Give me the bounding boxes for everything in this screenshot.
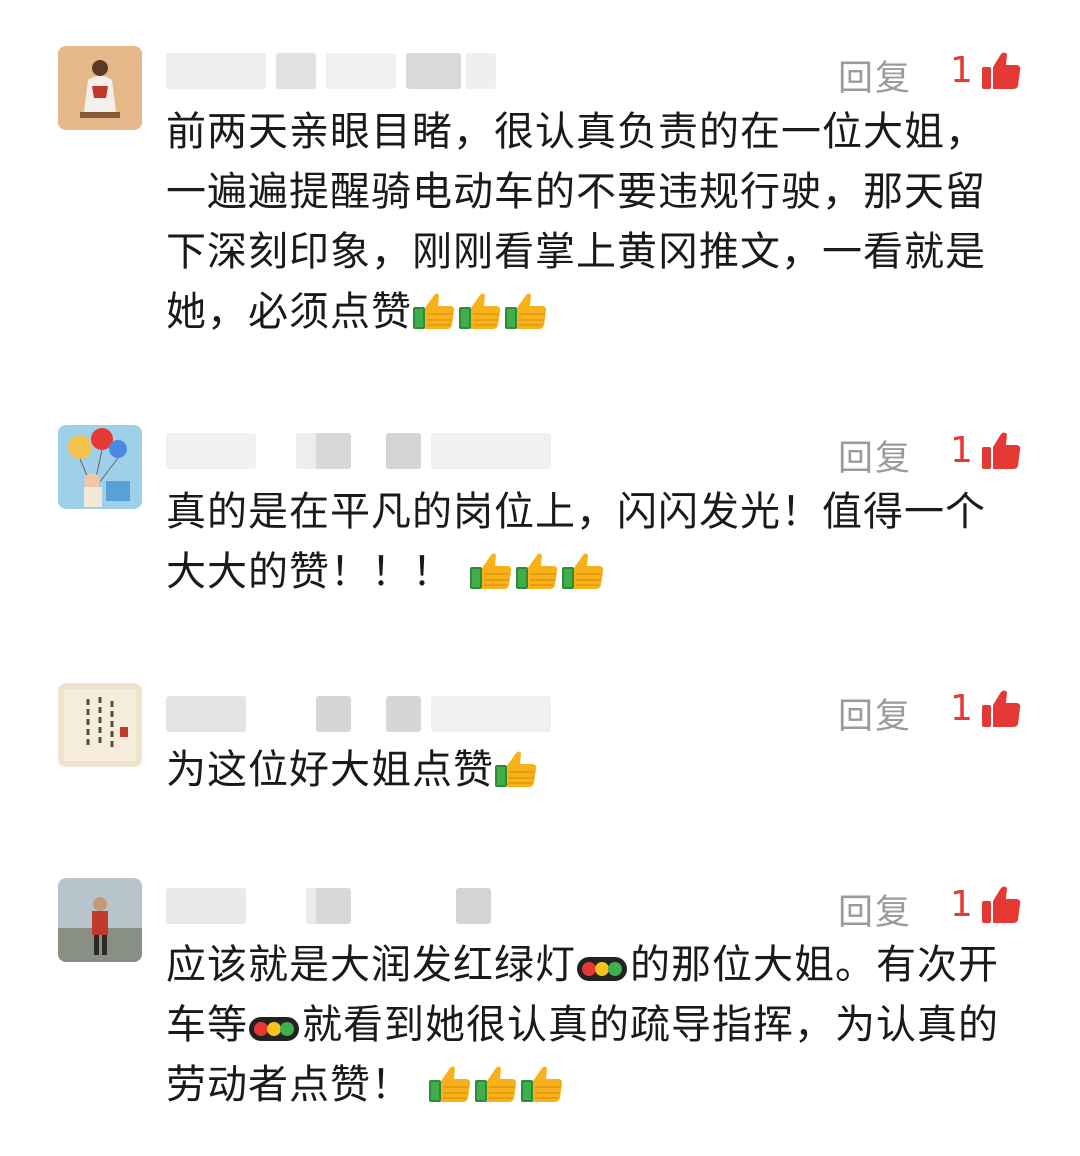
reply-button[interactable]: 回复: [838, 50, 912, 101]
thumbs-up-icon: [561, 551, 605, 591]
thumbs-up-icon: [504, 291, 548, 331]
like-count: 1: [950, 50, 973, 91]
thumbs-up-icon: [428, 1064, 472, 1104]
username-blurred: [166, 425, 556, 477]
reply-button[interactable]: 回复: [838, 884, 912, 935]
like-icon: [980, 688, 1022, 730]
avatar[interactable]: [58, 878, 142, 962]
comment-text: 前两天亲眼目睹，很认真负责的在一位大姐，一遍遍提醒骑电动车的不要违规行驶，那天留…: [166, 102, 1026, 342]
comment-text: 为这位好大姐点赞: [166, 740, 1026, 800]
thumbs-up-icon: [469, 551, 513, 591]
comment-text-body: 为这位好大姐点赞: [166, 747, 494, 793]
comment-text-body: 前两天亲眼目睹，很认真负责的在一位大姐，一遍遍提醒骑电动车的不要违规行驶，那天留…: [166, 109, 986, 335]
like-count: 1: [950, 688, 973, 729]
like-count: 1: [950, 884, 973, 925]
traffic-light-icon: [576, 954, 628, 984]
like-count: 1: [950, 430, 973, 471]
comment-text: 应该就是大润发红绿灯 的那位大姐。有次开车等 就看到她很认真的疏导指挥，为认真的劳动…: [166, 935, 1026, 1115]
avatar[interactable]: [58, 46, 142, 130]
traffic-light-icon: [248, 1014, 300, 1044]
thumbs-up-icon: [520, 1064, 564, 1104]
thumbs-up-icon: [515, 551, 559, 591]
thumbs-up-icon: [494, 749, 538, 789]
reply-button[interactable]: 回复: [838, 430, 912, 481]
username-blurred: [166, 688, 556, 740]
like-icon: [980, 884, 1022, 926]
comment-text-part: 应该就是大润发红绿灯: [166, 942, 576, 988]
like-icon: [980, 430, 1022, 472]
username-blurred: [166, 45, 556, 97]
thumbs-up-icon: [412, 291, 456, 331]
comment-text: 真的是在平凡的岗位上，闪闪发光！值得一个大大的赞！！！: [166, 482, 1026, 602]
avatar[interactable]: [58, 425, 142, 509]
thumbs-up-icon: [474, 1064, 518, 1104]
reply-button[interactable]: 回复: [838, 688, 912, 739]
username-blurred: [166, 880, 556, 932]
avatar[interactable]: [58, 683, 142, 767]
thumbs-up-icon: [458, 291, 502, 331]
like-icon: [980, 50, 1022, 92]
